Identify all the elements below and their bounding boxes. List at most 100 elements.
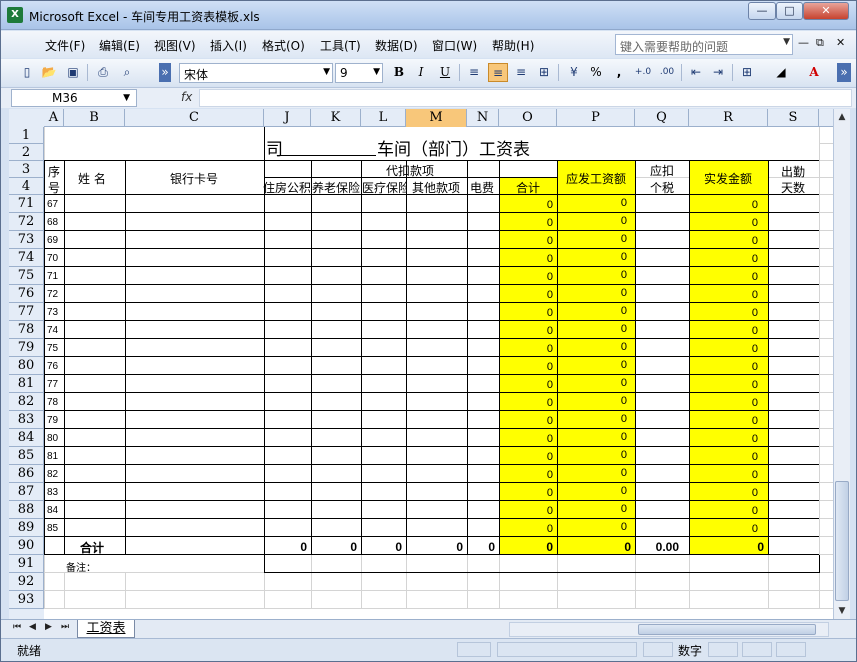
total-q[interactable]: 0.00	[635, 540, 679, 554]
total-cell[interactable]: 0	[499, 217, 553, 229]
gross-cell[interactable]: 0	[557, 305, 627, 317]
row-header-87[interactable]: 87	[9, 483, 44, 501]
net-cell[interactable]: 0	[689, 217, 758, 229]
menu-insert[interactable]: 插入(I)	[210, 37, 247, 54]
bold-button[interactable]: B	[389, 63, 409, 82]
row-header-85[interactable]: 85	[9, 447, 44, 465]
doc-minimize-button[interactable]: —	[798, 36, 809, 49]
seq-cell[interactable]: 82	[47, 469, 58, 480]
gross-cell[interactable]: 0	[557, 341, 627, 353]
seq-cell[interactable]: 67	[47, 199, 58, 210]
seq-cell[interactable]: 76	[47, 361, 58, 372]
total-cell[interactable]: 0	[499, 379, 553, 391]
insert-function-icon[interactable]: fx	[181, 90, 192, 104]
total-cell[interactable]: 0	[499, 523, 553, 535]
gross-cell[interactable]: 0	[557, 467, 627, 479]
seq-cell[interactable]: 70	[47, 253, 58, 264]
underline-button[interactable]: U	[435, 63, 455, 82]
net-cell[interactable]: 0	[689, 379, 758, 391]
row-header-79[interactable]: 79	[9, 339, 44, 357]
print-preview-icon[interactable]: ⌕	[117, 63, 137, 82]
gross-cell[interactable]: 0	[557, 521, 627, 533]
gross-cell[interactable]: 0	[557, 215, 627, 227]
menu-tools[interactable]: 工具(T)	[320, 37, 361, 54]
net-cell[interactable]: 0	[689, 271, 758, 283]
seq-cell[interactable]: 68	[47, 217, 58, 228]
open-folder-icon[interactable]: 📂	[39, 63, 59, 82]
merge-center-icon[interactable]: ⊞	[534, 63, 554, 82]
net-cell[interactable]: 0	[689, 523, 758, 535]
row-header-89[interactable]: 89	[9, 519, 44, 537]
gross-cell[interactable]: 0	[557, 413, 627, 425]
net-cell[interactable]: 0	[689, 469, 758, 481]
gross-cell[interactable]: 0	[557, 197, 627, 209]
last-sheet-icon[interactable]: ⏭	[61, 622, 69, 632]
total-cell[interactable]: 0	[499, 397, 553, 409]
new-document-icon[interactable]: ▯	[17, 63, 37, 82]
row-header-78[interactable]: 78	[9, 321, 44, 339]
menu-format[interactable]: 格式(O)	[262, 37, 305, 54]
net-cell[interactable]: 0	[689, 325, 758, 337]
total-m[interactable]: 0	[406, 540, 463, 554]
minimize-button[interactable]: —	[748, 2, 776, 20]
gross-cell[interactable]: 0	[557, 395, 627, 407]
total-cell[interactable]: 0	[499, 235, 553, 247]
total-cell[interactable]: 0	[499, 487, 553, 499]
row-header-2[interactable]: 2	[9, 144, 44, 161]
total-cell[interactable]: 0	[499, 325, 553, 337]
seq-cell[interactable]: 83	[47, 487, 58, 498]
gross-cell[interactable]: 0	[557, 485, 627, 497]
horizontal-scroll-thumb[interactable]	[638, 624, 816, 635]
gross-cell[interactable]: 0	[557, 359, 627, 371]
row-header-83[interactable]: 83	[9, 411, 44, 429]
seq-cell[interactable]: 81	[47, 451, 58, 462]
row-header-72[interactable]: 72	[9, 213, 44, 231]
sheet-tab-salary[interactable]: 工资表	[77, 620, 135, 638]
menu-edit[interactable]: 编辑(E)	[99, 37, 140, 54]
align-center-icon[interactable]: ≡	[488, 63, 508, 82]
comma-button[interactable]: ,	[609, 63, 629, 82]
font-name-select[interactable]: 宋体 ▼	[179, 63, 333, 83]
column-header-a[interactable]: A	[44, 109, 64, 127]
column-header-j[interactable]: J	[264, 109, 311, 127]
column-header-n[interactable]: N	[467, 109, 499, 127]
row-header-93[interactable]: 93	[9, 591, 44, 609]
gross-cell[interactable]: 0	[557, 233, 627, 245]
toolbar-options-icon[interactable]: »	[159, 63, 171, 82]
row-header-86[interactable]: 86	[9, 465, 44, 483]
seq-cell[interactable]: 77	[47, 379, 58, 390]
decrease-indent-icon[interactable]: ⇤	[686, 63, 706, 82]
scroll-up-icon[interactable]: ▲	[834, 109, 850, 125]
seq-cell[interactable]: 84	[47, 505, 58, 516]
seq-cell[interactable]: 69	[47, 235, 58, 246]
seq-cell[interactable]: 72	[47, 289, 58, 300]
first-sheet-icon[interactable]: ⏮	[13, 622, 21, 632]
net-cell[interactable]: 0	[689, 451, 758, 463]
doc-close-button[interactable]: ✕	[836, 36, 845, 49]
chevron-down-icon[interactable]: ▼	[323, 67, 330, 77]
column-header-l[interactable]: L	[361, 109, 406, 127]
menu-help[interactable]: 帮助(H)	[492, 37, 534, 54]
menu-data[interactable]: 数据(D)	[375, 37, 418, 54]
seq-cell[interactable]: 73	[47, 307, 58, 318]
percent-button[interactable]: %	[586, 63, 606, 82]
total-cell[interactable]: 0	[499, 271, 553, 283]
row-header-91[interactable]: 91	[9, 555, 44, 573]
name-box[interactable]: M36 ▼	[11, 89, 137, 107]
next-sheet-icon[interactable]: ▶	[45, 622, 52, 632]
seq-cell[interactable]: 75	[47, 343, 58, 354]
gross-cell[interactable]: 0	[557, 449, 627, 461]
net-cell[interactable]: 0	[689, 343, 758, 355]
column-header-b[interactable]: B	[64, 109, 125, 127]
menu-file[interactable]: 文件(F)	[45, 37, 85, 54]
chevron-down-icon[interactable]: ▼	[373, 67, 380, 77]
column-header-s[interactable]: S	[768, 109, 819, 127]
menu-view[interactable]: 视图(V)	[154, 37, 196, 54]
total-o[interactable]: 0	[499, 540, 553, 554]
horizontal-scrollbar[interactable]	[509, 622, 829, 637]
net-cell[interactable]: 0	[689, 307, 758, 319]
row-header-90[interactable]: 90	[9, 537, 44, 555]
net-cell[interactable]: 0	[689, 253, 758, 265]
column-header-m[interactable]: M	[406, 109, 467, 127]
align-left-icon[interactable]: ≡	[464, 63, 484, 82]
